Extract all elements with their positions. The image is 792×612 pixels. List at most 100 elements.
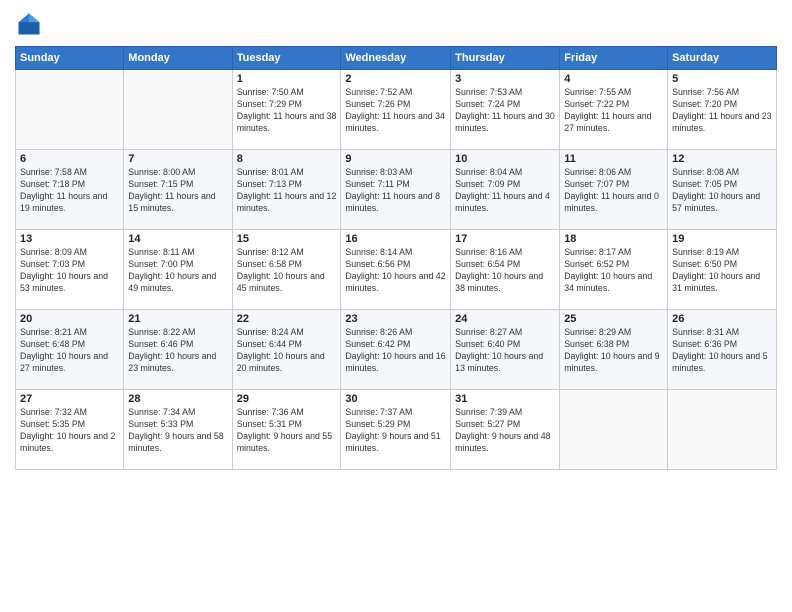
day-number: 18 [564, 233, 663, 245]
calendar-cell: 29 Sunrise: 7:36 AM Sunset: 5:31 PM Dayli… [232, 390, 341, 470]
logo [15, 10, 47, 38]
day-number: 30 [345, 393, 446, 405]
calendar-cell: 10 Sunrise: 8:04 AM Sunset: 7:09 PM Dayli… [451, 150, 560, 230]
calendar-cell: 12 Sunrise: 8:08 AM Sunset: 7:05 PM Dayli… [668, 150, 777, 230]
day-number: 27 [20, 393, 119, 405]
day-info: Sunrise: 7:36 AM Sunset: 5:31 PM Dayligh… [237, 407, 337, 455]
calendar-cell: 4 Sunrise: 7:55 AM Sunset: 7:22 PM Daylig… [560, 70, 668, 150]
calendar-cell: 9 Sunrise: 8:03 AM Sunset: 7:11 PM Daylig… [341, 150, 451, 230]
day-info: Sunrise: 7:56 AM Sunset: 7:20 PM Dayligh… [672, 87, 772, 135]
calendar-cell: 27Sunrise: 7:32 AM Sunset: 5:35 PM Dayli… [16, 390, 124, 470]
calendar-cell: 16Sunrise: 8:14 AM Sunset: 6:56 PM Dayli… [341, 230, 451, 310]
day-info: Sunrise: 7:34 AM Sunset: 5:33 PM Dayligh… [128, 407, 227, 455]
calendar-cell: 3 Sunrise: 7:53 AM Sunset: 7:24 PM Daylig… [451, 70, 560, 150]
day-number: 8 [237, 153, 337, 165]
day-info: Sunrise: 8:19 AM Sunset: 6:50 PM Dayligh… [672, 247, 772, 295]
day-of-week-header: Sunday [16, 47, 124, 70]
header [15, 10, 777, 38]
calendar-cell: 26Sunrise: 8:31 AM Sunset: 6:36 PM Dayli… [668, 310, 777, 390]
day-info: Sunrise: 7:52 AM Sunset: 7:26 PM Dayligh… [345, 87, 446, 135]
day-number: 7 [128, 153, 227, 165]
day-of-week-header: Saturday [668, 47, 777, 70]
day-number: 25 [564, 313, 663, 325]
day-number: 12 [672, 153, 772, 165]
day-info: Sunrise: 7:58 AM Sunset: 7:18 PM Dayligh… [20, 167, 119, 215]
day-number: 29 [237, 393, 337, 405]
calendar-cell: 6 Sunrise: 7:58 AM Sunset: 7:18 PM Daylig… [16, 150, 124, 230]
calendar-cell: 22Sunrise: 8:24 AM Sunset: 6:44 PM Dayli… [232, 310, 341, 390]
day-number: 4 [564, 73, 663, 85]
day-info: Sunrise: 8:16 AM Sunset: 6:54 PM Dayligh… [455, 247, 555, 295]
day-number: 6 [20, 153, 119, 165]
day-number: 26 [672, 313, 772, 325]
day-info: Sunrise: 7:53 AM Sunset: 7:24 PM Dayligh… [455, 87, 555, 135]
day-of-week-header: Thursday [451, 47, 560, 70]
calendar-week-row: 1Sunrise: 7:50 AM Sunset: 7:29 PM Daylig… [16, 70, 777, 150]
calendar-cell: 24Sunrise: 8:27 AM Sunset: 6:40 PM Dayli… [451, 310, 560, 390]
calendar-cell: 17 Sunrise: 8:16 AM Sunset: 6:54 PM Dayli… [451, 230, 560, 310]
day-info: Sunrise: 8:26 AM Sunset: 6:42 PM Dayligh… [345, 327, 446, 375]
day-info: Sunrise: 7:39 AM Sunset: 5:27 PM Dayligh… [455, 407, 555, 455]
day-info: Sunrise: 8:21 AM Sunset: 6:48 PM Dayligh… [20, 327, 119, 375]
day-number: 2 [345, 73, 446, 85]
calendar-cell: 1Sunrise: 7:50 AM Sunset: 7:29 PM Daylig… [232, 70, 341, 150]
calendar-week-row: 27Sunrise: 7:32 AM Sunset: 5:35 PM Dayli… [16, 390, 777, 470]
calendar-cell: 31 Sunrise: 7:39 AM Sunset: 5:27 PM Dayli… [451, 390, 560, 470]
day-of-week-header: Monday [124, 47, 232, 70]
day-number: 15 [237, 233, 337, 245]
day-info: Sunrise: 8:24 AM Sunset: 6:44 PM Dayligh… [237, 327, 337, 375]
calendar-header-row: SundayMondayTuesdayWednesdayThursdayFrid… [16, 47, 777, 70]
calendar-cell [124, 70, 232, 150]
day-number: 23 [345, 313, 446, 325]
calendar-cell [16, 70, 124, 150]
day-number: 11 [564, 153, 663, 165]
day-number: 9 [345, 153, 446, 165]
day-info: Sunrise: 8:00 AM Sunset: 7:15 PM Dayligh… [128, 167, 227, 215]
day-number: 19 [672, 233, 772, 245]
day-number: 17 [455, 233, 555, 245]
calendar-week-row: 20 Sunrise: 8:21 AM Sunset: 6:48 PM Dayli… [16, 310, 777, 390]
calendar-cell: 5Sunrise: 7:56 AM Sunset: 7:20 PM Daylig… [668, 70, 777, 150]
day-of-week-header: Friday [560, 47, 668, 70]
logo-icon [15, 10, 43, 38]
calendar-cell: 2 Sunrise: 7:52 AM Sunset: 7:26 PM Daylig… [341, 70, 451, 150]
day-number: 14 [128, 233, 227, 245]
day-number: 31 [455, 393, 555, 405]
day-number: 10 [455, 153, 555, 165]
day-info: Sunrise: 8:17 AM Sunset: 6:52 PM Dayligh… [564, 247, 663, 295]
day-number: 3 [455, 73, 555, 85]
day-info: Sunrise: 7:55 AM Sunset: 7:22 PM Dayligh… [564, 87, 663, 135]
day-number: 13 [20, 233, 119, 245]
page: SundayMondayTuesdayWednesdayThursdayFrid… [0, 0, 792, 612]
calendar-cell: 14Sunrise: 8:11 AM Sunset: 7:00 PM Dayli… [124, 230, 232, 310]
day-number: 16 [345, 233, 446, 245]
day-info: Sunrise: 8:04 AM Sunset: 7:09 PM Dayligh… [455, 167, 555, 215]
calendar-week-row: 6 Sunrise: 7:58 AM Sunset: 7:18 PM Daylig… [16, 150, 777, 230]
calendar-cell: 11 Sunrise: 8:06 AM Sunset: 7:07 PM Dayli… [560, 150, 668, 230]
day-info: Sunrise: 8:06 AM Sunset: 7:07 PM Dayligh… [564, 167, 663, 215]
day-of-week-header: Tuesday [232, 47, 341, 70]
day-info: Sunrise: 8:03 AM Sunset: 7:11 PM Dayligh… [345, 167, 446, 215]
calendar-cell: 28 Sunrise: 7:34 AM Sunset: 5:33 PM Dayli… [124, 390, 232, 470]
calendar-cell: 13 Sunrise: 8:09 AM Sunset: 7:03 PM Dayli… [16, 230, 124, 310]
day-info: Sunrise: 7:37 AM Sunset: 5:29 PM Dayligh… [345, 407, 446, 455]
day-info: Sunrise: 8:22 AM Sunset: 6:46 PM Dayligh… [128, 327, 227, 375]
calendar: SundayMondayTuesdayWednesdayThursdayFrid… [15, 46, 777, 470]
day-info: Sunrise: 8:08 AM Sunset: 7:05 PM Dayligh… [672, 167, 772, 215]
calendar-cell: 8Sunrise: 8:01 AM Sunset: 7:13 PM Daylig… [232, 150, 341, 230]
day-info: Sunrise: 8:29 AM Sunset: 6:38 PM Dayligh… [564, 327, 663, 375]
calendar-cell: 18 Sunrise: 8:17 AM Sunset: 6:52 PM Dayli… [560, 230, 668, 310]
day-number: 24 [455, 313, 555, 325]
calendar-cell: 25 Sunrise: 8:29 AM Sunset: 6:38 PM Dayli… [560, 310, 668, 390]
calendar-cell: 21Sunrise: 8:22 AM Sunset: 6:46 PM Dayli… [124, 310, 232, 390]
calendar-cell: 30 Sunrise: 7:37 AM Sunset: 5:29 PM Dayli… [341, 390, 451, 470]
calendar-cell [668, 390, 777, 470]
day-number: 28 [128, 393, 227, 405]
day-info: Sunrise: 8:12 AM Sunset: 6:58 PM Dayligh… [237, 247, 337, 295]
day-info: Sunrise: 8:09 AM Sunset: 7:03 PM Dayligh… [20, 247, 119, 295]
day-info: Sunrise: 7:50 AM Sunset: 7:29 PM Dayligh… [237, 87, 337, 135]
day-of-week-header: Wednesday [341, 47, 451, 70]
calendar-week-row: 13 Sunrise: 8:09 AM Sunset: 7:03 PM Dayli… [16, 230, 777, 310]
calendar-cell: 20 Sunrise: 8:21 AM Sunset: 6:48 PM Dayli… [16, 310, 124, 390]
day-number: 20 [20, 313, 119, 325]
